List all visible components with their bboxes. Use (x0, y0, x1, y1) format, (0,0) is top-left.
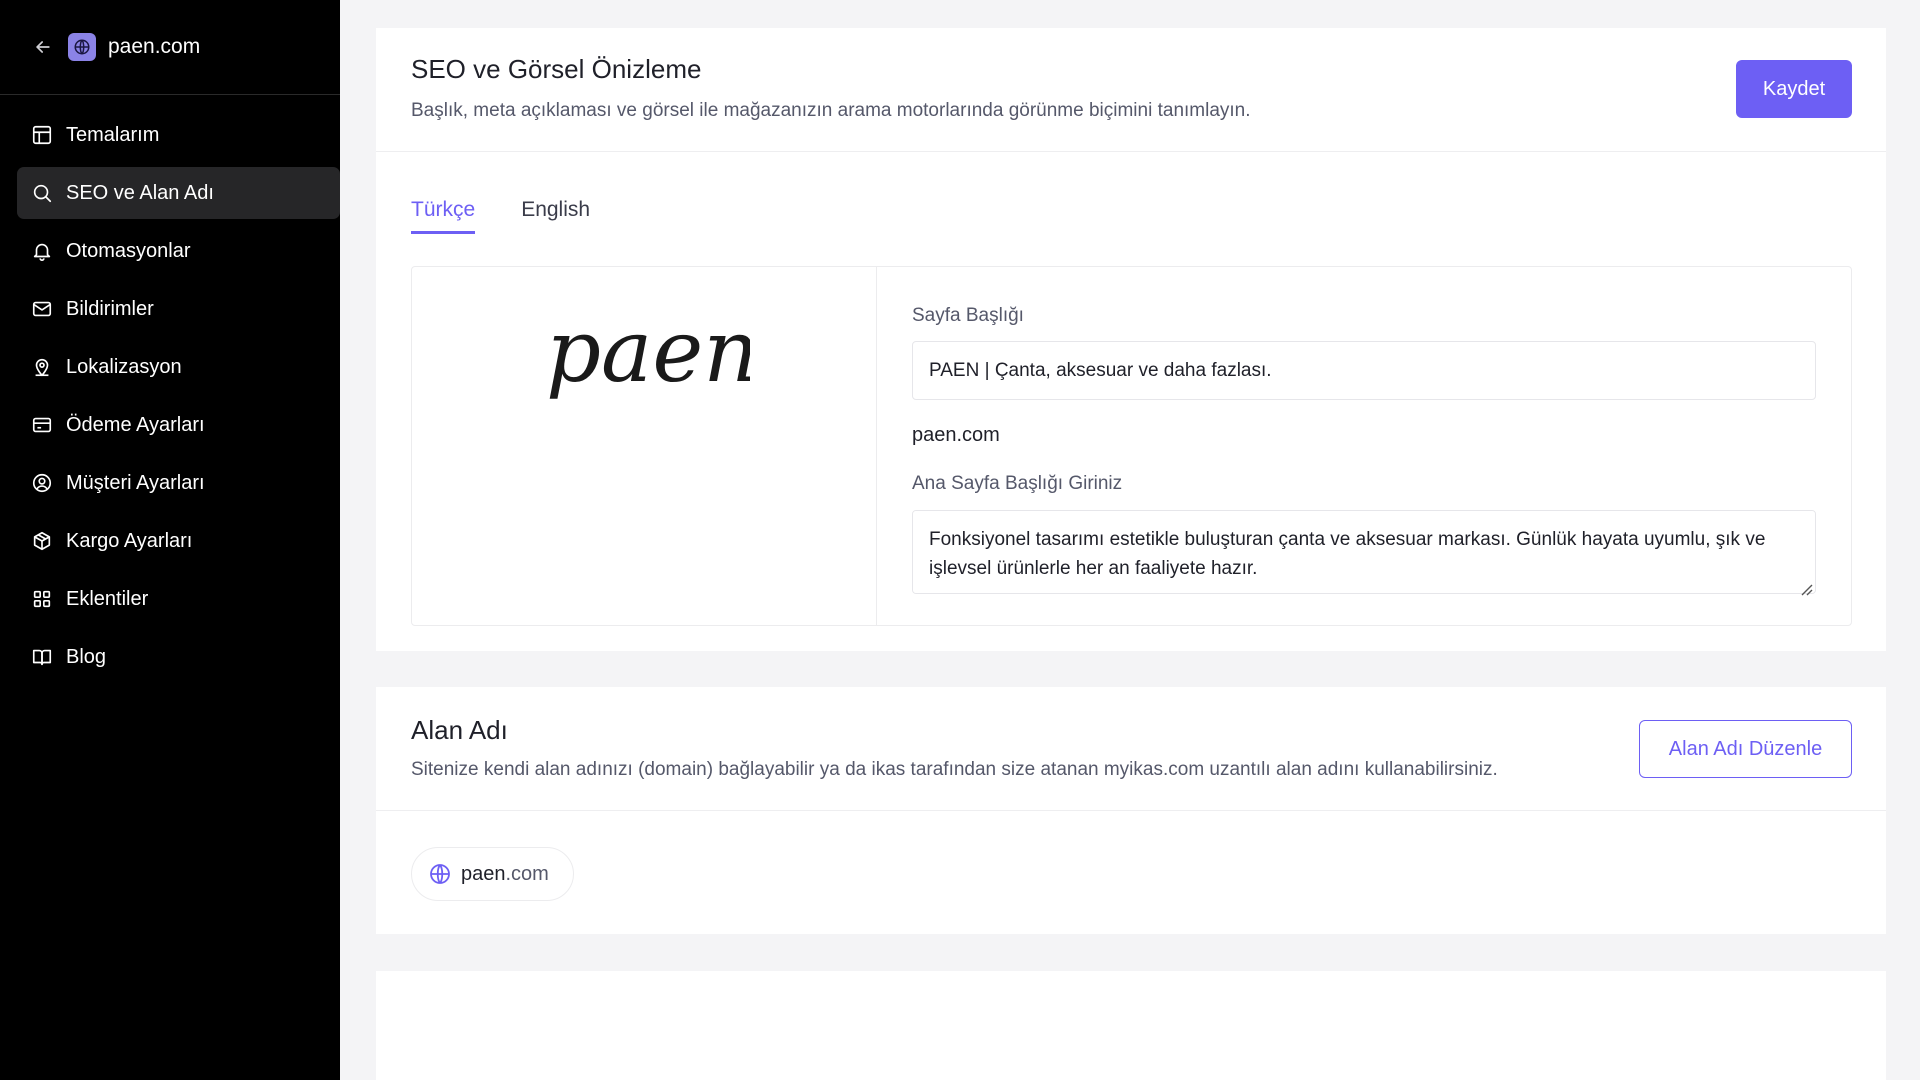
layout-icon (31, 124, 53, 146)
domain-title: Alan Adı (411, 715, 508, 745)
sidebar-item-label: Ödeme Ayarları (66, 413, 205, 436)
sidebar-item-label: SEO ve Alan Adı (66, 181, 214, 204)
book-open-icon (31, 646, 53, 668)
seo-card: SEO ve Görsel Önizleme Başlık, meta açık… (376, 28, 1886, 651)
bell-icon (31, 240, 53, 262)
brand-logo: paen (546, 305, 750, 402)
seo-card-header: SEO ve Görsel Önizleme Başlık, meta açık… (376, 28, 1886, 152)
preview-fields: Sayfa Başlığı paen.com Ana Sayfa Başlığı… (877, 267, 1851, 625)
sidebar-item-label: Lokalizasyon (66, 355, 182, 378)
domain-card: Alan Adı Sitenize kendi alan adınızı (do… (376, 687, 1886, 934)
sidebar-item-automations[interactable]: Otomasyonlar (17, 225, 340, 277)
sidebar-item-label: Otomasyonlar (66, 239, 191, 262)
grid-icon (31, 588, 53, 610)
sidebar-item-label: Eklentiler (66, 587, 149, 610)
store-name: paen.com (108, 35, 201, 58)
mail-icon (31, 298, 53, 320)
main-content: SEO ve Görsel Önizleme Başlık, meta açık… (376, 28, 1886, 1080)
resize-handle-icon[interactable] (1799, 582, 1813, 596)
sidebar-item-label: Kargo Ayarları (66, 529, 193, 552)
user-circle-icon (31, 472, 53, 494)
empty-card (376, 971, 1886, 1080)
sidebar-item-label: Blog (66, 645, 107, 668)
seo-preview-panel: paen Sayfa Başlığı paen.com Ana Sayfa Ba… (411, 266, 1852, 626)
sidebar-item-blog[interactable]: Blog (17, 631, 340, 683)
sidebar-item-plugins[interactable]: Eklentiler (17, 573, 340, 625)
sidebar-item-label: Temalarım (66, 123, 160, 146)
sidebar-item-localization[interactable]: Lokalizasyon (17, 341, 340, 393)
sidebar-item-payment[interactable]: Ödeme Ayarları (17, 399, 340, 451)
back-arrow-icon[interactable] (30, 34, 56, 60)
domain-card-header: Alan Adı Sitenize kendi alan adınızı (do… (376, 687, 1886, 811)
page-title-input[interactable] (912, 341, 1816, 400)
sidebar-item-themes[interactable]: Temalarım (17, 109, 340, 161)
globe-icon (428, 862, 452, 886)
domain-chip-tld: .com (505, 862, 549, 885)
preview-domain: paen.com (912, 424, 1000, 446)
sidebar-item-notifications[interactable]: Bildirimler (17, 283, 340, 335)
credit-card-icon (31, 414, 53, 436)
seo-subtitle: Başlık, meta açıklaması ve görsel ile ma… (411, 100, 1251, 121)
sidebar: paen.com Temalarım SEO ve Alan Adı Otoma… (0, 0, 340, 1080)
globe-icon (68, 33, 96, 61)
domain-chip[interactable]: paen .com (411, 847, 574, 901)
package-icon (31, 530, 53, 552)
sidebar-item-label: Bildirimler (66, 297, 154, 320)
sidebar-item-seo[interactable]: SEO ve Alan Adı (17, 167, 340, 219)
sidebar-item-customers[interactable]: Müşteri Ayarları (17, 457, 340, 509)
domain-chip-name: paen (461, 862, 506, 885)
sidebar-item-label: Müşteri Ayarları (66, 471, 205, 494)
tab-english[interactable]: English (521, 198, 590, 234)
sidebar-nav: Temalarım SEO ve Alan Adı Otomasyonlar B… (0, 95, 340, 683)
search-icon (31, 182, 53, 204)
sidebar-item-shipping[interactable]: Kargo Ayarları (17, 515, 340, 567)
tab-turkish[interactable]: Türkçe (411, 198, 476, 234)
sidebar-header: paen.com (0, 0, 340, 95)
map-pin-icon (31, 356, 53, 378)
language-tabs: Türkçe English (376, 152, 1886, 258)
preview-image-area[interactable]: paen (412, 267, 877, 625)
seo-title: SEO ve Görsel Önizleme (411, 54, 702, 84)
page-title-label: Sayfa Başlığı (912, 305, 1024, 326)
home-title-textarea[interactable]: Fonksiyonel tasarımı estetikle buluştura… (912, 510, 1816, 594)
home-title-label: Ana Sayfa Başlığı Giriniz (912, 473, 1123, 494)
edit-domain-button[interactable]: Alan Adı Düzenle (1639, 720, 1852, 778)
domain-subtitle: Sitenize kendi alan adınızı (domain) bağ… (411, 759, 1498, 780)
svg-text:paen: paen (546, 305, 750, 402)
save-button[interactable]: Kaydet (1736, 60, 1852, 118)
